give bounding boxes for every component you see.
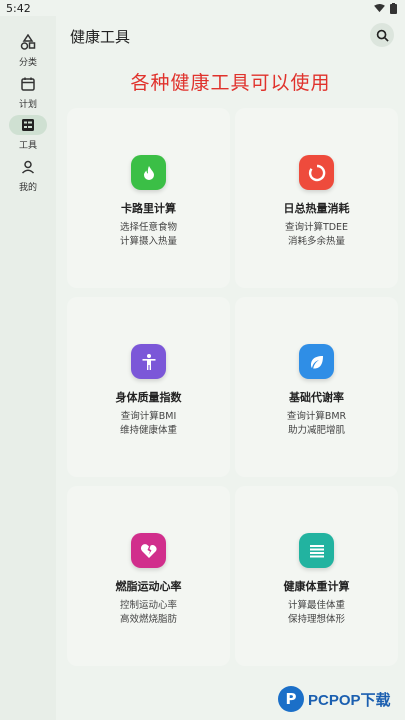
list-icon [299,533,334,568]
banner-title: 各种健康工具可以使用 [130,72,331,94]
card-title: 健康体重计算 [283,580,350,593]
broken-heart-icon [131,533,166,568]
search-button[interactable] [370,23,394,47]
tools-icon [9,115,47,135]
rail-label: 分类 [18,58,37,68]
shapes-icon [9,32,47,52]
status-bar: 5:42 [0,0,405,16]
card-line: 控制运动心率 [119,600,177,611]
card-title: 燃脂运动心率 [115,580,182,593]
card-line: 保持理想体形 [287,614,345,625]
card-bmi[interactable]: 身体质量指数 查询计算BMI 维持健康体重 [67,297,230,477]
watermark-text: PCPOP下载 [308,691,391,709]
flame-icon [131,155,166,190]
page-title: 健康工具 [70,28,131,46]
rail-item-me[interactable]: 我的 [0,157,56,193]
rail-label: 我的 [18,183,37,193]
nav-rail: 分类 计划 工具 我的 [0,16,56,720]
status-icons [374,3,397,14]
card-line: 查询计算TDEE [284,222,349,233]
card-calorie[interactable]: 卡路里计算 选择任意食物 计算摄入热量 [67,108,230,288]
card-line: 高效燃烧脂肪 [119,614,177,625]
card-line: 计算摄入热量 [119,236,177,247]
card-line: 查询计算BMI [120,411,177,422]
person-icon [131,344,166,379]
card-line: 查询计算BMR [286,411,347,422]
card-title: 身体质量指数 [115,391,182,404]
leaf-icon [299,344,334,379]
wifi-icon [374,4,385,13]
ring-icon [299,155,334,190]
rail-label: 计划 [18,100,37,110]
card-line: 计算最佳体重 [287,600,345,611]
rail-item-tools[interactable]: 工具 [0,115,56,151]
rail-label: 工具 [18,141,37,151]
rail-item-plan[interactable]: 计划 [0,74,56,110]
watermark-logo: P [278,686,304,712]
card-bmr[interactable]: 基础代谢率 查询计算BMR 助力减肥增肌 [235,297,398,477]
status-time: 5:42 [6,2,31,15]
card-line: 选择任意食物 [119,222,177,233]
card-healthy-weight[interactable]: 健康体重计算 计算最佳体重 保持理想体形 [235,486,398,666]
person-icon [9,157,47,177]
watermark: P PCPOP下载 [278,684,400,714]
calendar-icon [9,74,47,94]
card-tdee[interactable]: 日总热量消耗 查询计算TDEE 消耗多余热量 [235,108,398,288]
battery-icon [390,3,397,14]
rail-item-category[interactable]: 分类 [0,32,56,68]
card-fat-burn-heart-rate[interactable]: 燃脂运动心率 控制运动心率 高效燃烧脂肪 [67,486,230,666]
card-title: 卡路里计算 [121,202,176,215]
card-title: 基础代谢率 [289,391,344,404]
card-title: 日总热量消耗 [283,202,350,215]
card-line: 助力减肥增肌 [287,425,345,436]
search-icon [376,29,389,42]
card-line: 维持健康体重 [119,425,177,436]
card-line: 消耗多余热量 [287,236,345,247]
